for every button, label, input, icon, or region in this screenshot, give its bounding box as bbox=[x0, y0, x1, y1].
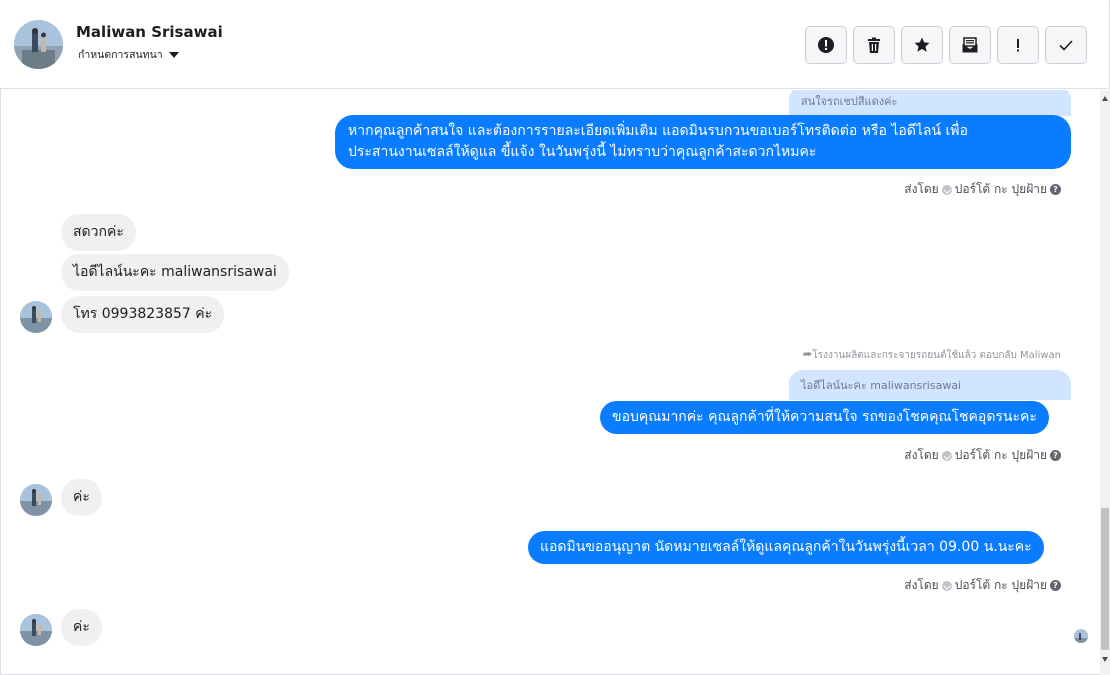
sender-name: ปอร์โต้ กะ ปุยฝ้าย bbox=[954, 578, 1047, 592]
sent-by-info: ส่งโดย ปอร์โต้ กะ ปุยฝ้าย ? bbox=[904, 180, 1061, 199]
mail-icon bbox=[962, 37, 978, 53]
header-action-bar bbox=[805, 26, 1087, 64]
conversation-settings-dropdown[interactable]: กำหนดการสนทนา bbox=[78, 46, 179, 63]
outgoing-message[interactable]: แอดมินขออนุญาต นัดหมายเซลล์ให้ดูแลคุณลูก… bbox=[528, 531, 1044, 564]
incoming-message[interactable]: ค่ะ bbox=[61, 609, 102, 646]
incoming-message[interactable]: ไอดีไลน์นะคะ maliwansrisawai bbox=[61, 254, 289, 291]
outgoing-message[interactable]: หากคุณลูกค้าสนใจ และต้องการรายละเอียดเพิ… bbox=[335, 115, 1071, 169]
incoming-message[interactable]: ค่ะ bbox=[61, 479, 102, 516]
contact-avatar bbox=[20, 301, 52, 333]
star-button[interactable] bbox=[901, 26, 943, 64]
message-thread: สนใจรถเชปสีแดงค่ะ หากคุณลูกค้าสนใจ และต้… bbox=[0, 90, 1100, 675]
sent-by-info: ส่งโดย ปอร์โต้ กะ ปุยฝ้าย ? bbox=[904, 576, 1061, 595]
quoted-message: สนใจรถเชปสีแดงค่ะ bbox=[789, 90, 1071, 116]
reply-arrow-icon: ⮫ bbox=[803, 350, 813, 361]
verified-icon bbox=[941, 450, 952, 461]
incoming-message[interactable]: โทร 0993823857 ค่ะ bbox=[61, 296, 225, 333]
mark-done-button[interactable] bbox=[1045, 26, 1087, 64]
incoming-message[interactable]: สดวกค่ะ bbox=[61, 214, 136, 251]
contact-avatar bbox=[20, 484, 52, 516]
contact-name: Maliwan Srisawai bbox=[76, 23, 223, 41]
verified-icon bbox=[941, 184, 952, 195]
outgoing-message[interactable]: ขอบคุณมากค่ะ คุณลูกค้าที่ให้ความสนใจ รถข… bbox=[600, 401, 1049, 434]
exclamation-icon bbox=[1017, 39, 1019, 52]
sent-by-label: ส่งโดย bbox=[904, 448, 939, 462]
sent-by-label: ส่งโดย bbox=[904, 182, 939, 196]
sender-name: ปอร์โต้ กะ ปุยฝ้าย bbox=[954, 182, 1047, 196]
conversation-settings-label: กำหนดการสนทนา bbox=[78, 49, 163, 61]
sender-name: ปอร์โต้ กะ ปุยฝ้าย bbox=[954, 448, 1047, 462]
scrollbar-thumb[interactable] bbox=[1101, 508, 1109, 650]
star-icon bbox=[914, 37, 930, 52]
contact-avatar bbox=[20, 614, 52, 646]
follow-up-button[interactable] bbox=[997, 26, 1039, 64]
caret-down-icon bbox=[168, 51, 179, 58]
info-icon[interactable]: ? bbox=[1050, 450, 1061, 461]
trash-icon bbox=[868, 37, 880, 53]
info-icon[interactable]: ? bbox=[1050, 184, 1061, 195]
message-line: หากคุณลูกค้าสนใจ และต้องการรายละเอียดเพิ… bbox=[348, 123, 968, 139]
reply-note: ⮫โรงงานผลิตและกระจายรถยนต์ใช้แล้ว ตอบกลั… bbox=[803, 348, 1061, 363]
alert-icon bbox=[818, 37, 834, 53]
info-icon[interactable]: ? bbox=[1050, 580, 1061, 591]
mark-spam-button[interactable] bbox=[805, 26, 847, 64]
verified-icon bbox=[941, 580, 952, 591]
conversation-header: Maliwan Srisawai กำหนดการสนทนา bbox=[0, 0, 1108, 89]
contact-avatar[interactable] bbox=[14, 20, 63, 69]
sent-by-label: ส่งโดย bbox=[904, 578, 939, 592]
scroll-up-icon[interactable] bbox=[1102, 96, 1108, 101]
delete-button[interactable] bbox=[853, 26, 895, 64]
message-line: ประสานงานเซลล์ให้ดูแล ขี้แจ้ง ในวันพรุ่ง… bbox=[348, 144, 817, 160]
seen-indicator-avatar bbox=[1074, 629, 1088, 643]
reply-note-text: โรงงานผลิตและกระจายรถยนต์ใช้แล้ว ตอบกลับ… bbox=[812, 350, 1061, 361]
scroll-down-icon[interactable] bbox=[1102, 657, 1108, 662]
sent-by-info: ส่งโดย ปอร์โต้ กะ ปุยฝ้าย ? bbox=[904, 446, 1061, 465]
quoted-message: ไอดีไลน์นะคะ maliwansrisawai bbox=[789, 370, 1071, 400]
check-icon bbox=[1059, 40, 1073, 51]
mark-unread-button[interactable] bbox=[949, 26, 991, 64]
